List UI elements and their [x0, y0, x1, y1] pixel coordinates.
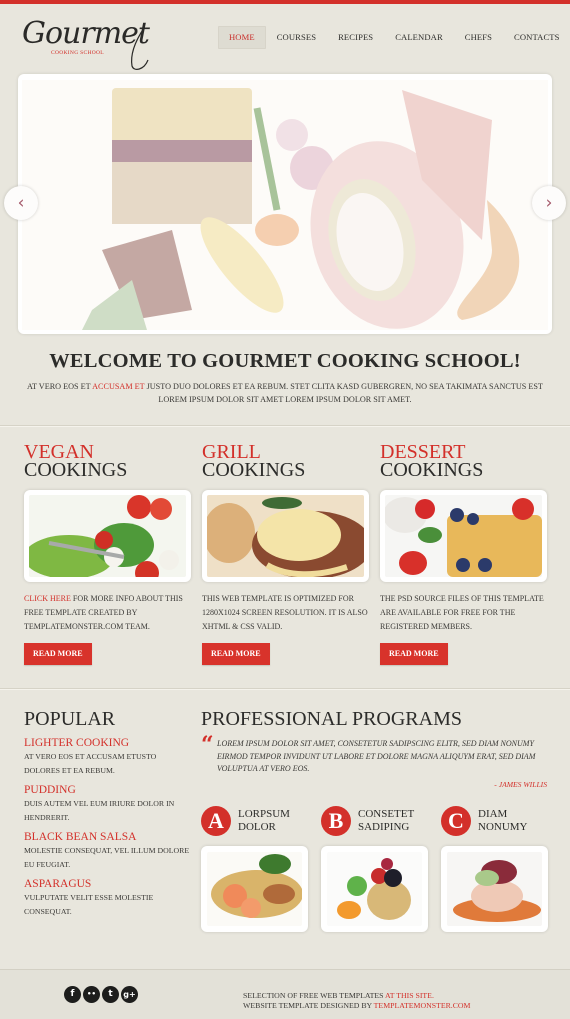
twitter-icon[interactable]: t: [102, 986, 119, 1003]
welcome-text: AT VERO EOS ET ACCUSAM ET JUSTO DUO DOLO…: [20, 380, 550, 406]
main-nav: HOME COURSES RECIPES CALENDAR CHEFS CONT…: [218, 26, 570, 49]
nav-contacts[interactable]: CONTACTS: [503, 26, 570, 49]
testimonial: “ LOREM IPSUM DOLOR SIT AMET, CONSETETUR…: [201, 733, 551, 789]
footer-line2-text: WEBSITE TEMPLATE DESIGNED BY: [243, 1000, 374, 1010]
popular-item: ASPARAGUS VULPUTATE VELIT ESSE MOLESTIE …: [24, 877, 194, 918]
logo-swash-icon: [131, 27, 149, 70]
logo-subtitle: COOKING SCHOOL: [51, 50, 104, 56]
read-more-button[interactable]: READ MORE: [380, 643, 448, 666]
welcome-title: WELCOME TO GOURMET COOKING SCHOOL!: [49, 350, 521, 372]
cooking-text: THIS WEB TEMPLATE IS OPTIMIZED FOR 1280X…: [202, 594, 368, 631]
cooking-title-red: DESSERT: [380, 441, 466, 463]
program-image-frame[interactable]: [441, 846, 548, 932]
popular-item-title[interactable]: LIGHTER COOKING: [24, 736, 194, 750]
nav-recipes[interactable]: RECIPES: [327, 26, 384, 49]
slider-image: [22, 80, 548, 330]
cooking-image-frame[interactable]: [380, 490, 547, 582]
nav-chefs[interactable]: CHEFS: [454, 26, 503, 49]
grilled-steak-photo: [207, 495, 364, 577]
program-label-line1: DIAM: [478, 808, 508, 820]
social-links: f •• t g+: [64, 986, 138, 1003]
popular-item: PUDDING DUIS AUTEM VEL EUM IRIURE DOLOR …: [24, 783, 194, 824]
hero-slider: [18, 74, 552, 334]
popular-item-title[interactable]: BLACK BEAN SALSA: [24, 830, 194, 844]
popular-item-text: VULPUTATE VELIT ESSE MOLESTIE CONSEQUAT.: [24, 893, 154, 916]
section-divider: [0, 425, 570, 427]
popular-section: POPULAR LIGHTER COOKING AT VERO EOS ET A…: [24, 708, 194, 918]
logo[interactable]: Gourmet COOKING SCHOOL: [22, 14, 150, 70]
welcome-text-start: AT VERO EOS ET: [27, 382, 93, 391]
popular-item-title[interactable]: PUDDING: [24, 783, 194, 797]
waffles-photo: [385, 495, 542, 577]
cooking-image-frame[interactable]: [202, 490, 369, 582]
footer-site-link[interactable]: AT THIS SITE.: [385, 991, 434, 1000]
popular-item: BLACK BEAN SALSA MOLESTIE CONSEQUAT, VEL…: [24, 830, 194, 871]
program-label-line1: CONSETET: [358, 808, 415, 820]
slider-next-button[interactable]: ›: [532, 186, 566, 220]
google-plus-icon[interactable]: g+: [121, 986, 138, 1003]
popular-item-text: AT VERO EOS ET ACCUSAM ETUSTO DOLORES ET…: [24, 752, 157, 775]
slider-prev-button[interactable]: ‹: [4, 186, 38, 220]
top-accent-bar: [0, 0, 570, 4]
chevron-right-icon: ›: [545, 193, 553, 213]
quote-icon: “: [201, 732, 214, 758]
program-label[interactable]: DIAM NONUMY: [478, 808, 528, 834]
cooking-text: THE PSD SOURCE FILES OF THIS TEMPLATE AR…: [380, 594, 544, 631]
cooking-card-dessert: DESSERT COOKINGS THE PSD SOURCE FILES OF…: [380, 441, 548, 666]
salad-photo: [29, 495, 186, 577]
read-more-button[interactable]: READ MORE: [24, 643, 92, 666]
cooking-card-vegan: VEGAN COOKINGS CLICK HERE FOR MORE INFO …: [24, 441, 192, 666]
section-divider: [0, 688, 570, 690]
nav-courses[interactable]: COURSES: [266, 26, 327, 49]
welcome-link[interactable]: ACCUSAM ET: [92, 382, 144, 391]
program-image-frame[interactable]: [201, 846, 308, 932]
plated-dish-illustration: [22, 80, 548, 330]
flickr-icon[interactable]: ••: [83, 986, 100, 1003]
shrimp-omelette-photo: [207, 852, 302, 926]
nav-calendar[interactable]: CALENDAR: [384, 26, 454, 49]
footer-credits: SELECTION OF FREE WEB TEMPLATES AT THIS …: [243, 991, 471, 1010]
cooking-title-dark: COOKINGS: [380, 459, 484, 481]
popular-title: POPULAR: [24, 708, 116, 730]
program-label[interactable]: CONSETET SADIPING: [358, 808, 414, 834]
letter-badge-icon: A: [201, 806, 231, 836]
program-label[interactable]: LORPSUM DOLOR: [238, 808, 290, 834]
program-image-frame[interactable]: [321, 846, 428, 932]
program-label-line1: LORPSUM: [238, 808, 290, 820]
programs-list: A LORPSUM DOLOR B CONSETET SADIPING C DI…: [201, 806, 551, 946]
cooking-text: CLICK HERE FOR MORE INFO ABOUT THIS FREE…: [24, 592, 192, 633]
read-more-button[interactable]: READ MORE: [202, 643, 270, 666]
facebook-icon[interactable]: f: [64, 986, 81, 1003]
shrimp-salad-photo: [447, 852, 542, 926]
popular-item: LIGHTER COOKING AT VERO EOS ET ACCUSAM E…: [24, 736, 194, 777]
program-label-line2: NONUMY: [478, 821, 528, 833]
click-here-link[interactable]: CLICK HERE: [24, 594, 71, 603]
letter-badge-icon: B: [321, 806, 351, 836]
welcome-text-end: JUSTO DUO DOLORES ET EA REBUM. STET CLIT…: [144, 382, 543, 404]
letter-badge-icon: C: [441, 806, 471, 836]
cooking-title-red: VEGAN: [24, 441, 94, 463]
footer-templatemonster-link[interactable]: TEMPLATEMONSTER.COM: [374, 1001, 471, 1010]
cooking-title-dark: COOKINGS: [24, 459, 128, 481]
popular-item-text: DUIS AUTEM VEL EUM IRIURE DOLOR IN HENDR…: [24, 799, 175, 822]
footer-line1-text: SELECTION OF FREE WEB TEMPLATES: [243, 991, 386, 1000]
cooking-title-dark: COOKINGS: [202, 459, 306, 481]
testimonial-text: LOREM IPSUM DOLOR SIT AMET, CONSETETUR S…: [217, 739, 536, 774]
testimonial-author: - JAMES WILLIS: [494, 779, 547, 789]
cooking-title-red: GRILL: [202, 441, 261, 463]
programs-section: PROFESSIONAL PROGRAMS “ LOREM IPSUM DOLO…: [201, 708, 551, 789]
programs-title: PROFESSIONAL PROGRAMS: [201, 708, 462, 730]
cooking-image-frame[interactable]: [24, 490, 191, 582]
fruit-tart-photo: [327, 852, 422, 926]
cooking-card-grill: GRILL COOKINGS THIS WEB TEMPLATE IS OPTI…: [202, 441, 370, 666]
program-label-line2: DOLOR: [238, 821, 276, 833]
popular-item-title[interactable]: ASPARAGUS: [24, 877, 194, 891]
program-label-line2: SADIPING: [358, 821, 410, 833]
popular-item-text: MOLESTIE CONSEQUAT, VEL ILLUM DOLORE EU …: [24, 846, 190, 869]
chevron-left-icon: ‹: [17, 193, 25, 213]
footer: f •• t g+ SELECTION OF FREE WEB TEMPLATE…: [0, 969, 570, 1019]
nav-home[interactable]: HOME: [218, 26, 266, 49]
